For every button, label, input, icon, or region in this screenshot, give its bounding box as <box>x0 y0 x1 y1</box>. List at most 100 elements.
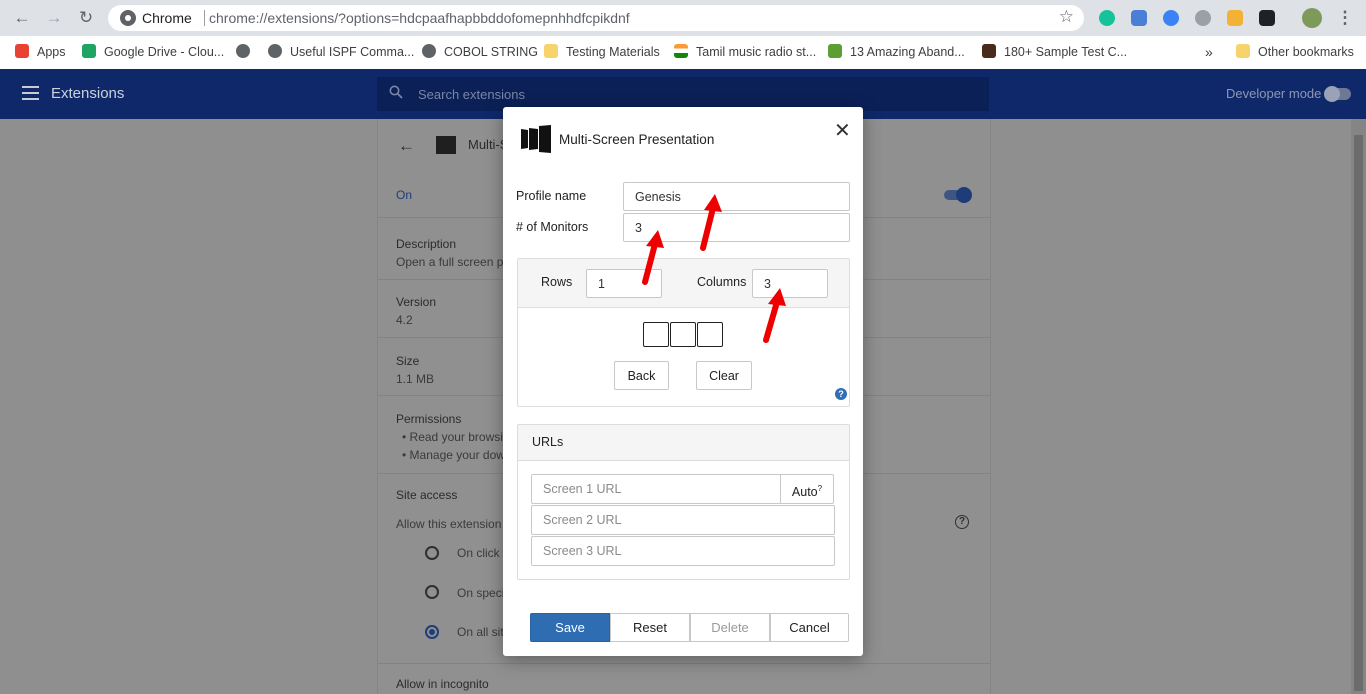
back-button[interactable]: Back <box>614 361 669 390</box>
back-arrow-icon[interactable]: ← <box>398 136 415 156</box>
developer-mode-label: Developer mode <box>1226 86 1322 101</box>
monitors-input[interactable] <box>623 213 850 242</box>
permission-text: Read your browsi <box>409 430 503 444</box>
dollar-icon <box>828 44 842 58</box>
url-text[interactable]: chrome://extensions/?options=hdcpaafhapb… <box>209 10 630 26</box>
radio-on-click[interactable] <box>425 546 439 560</box>
bookmark-label: 180+ Sample Test C... <box>1004 45 1128 59</box>
extension-icon[interactable] <box>1227 10 1243 26</box>
google-translate-icon[interactable] <box>1131 10 1147 26</box>
bookmark-180-sample[interactable]: 180+ Sample Test C... <box>982 42 1127 62</box>
scrollbar-thumb[interactable] <box>1354 135 1363 691</box>
screen-2-url-input[interactable] <box>531 505 835 535</box>
multi-screen-logo-icon <box>521 125 551 153</box>
reset-button[interactable]: Reset <box>610 613 690 642</box>
on-status-label: On <box>396 188 413 202</box>
profile-name-label: Profile name <box>516 189 587 203</box>
bookmark-label: Tamil music radio st... <box>696 45 817 59</box>
bookmark-label: Apps <box>37 45 66 59</box>
globe-icon <box>422 44 436 58</box>
site-option-label: On click <box>457 546 500 560</box>
reload-icon[interactable]: ↻ <box>76 8 96 28</box>
urls-title: URLs <box>532 435 564 449</box>
screen-3-url-input[interactable] <box>531 536 835 566</box>
site-access-label: Site access <box>396 488 458 502</box>
search-extensions-input[interactable]: Search extensions <box>377 77 989 111</box>
bookmark-ispf[interactable]: Useful ISPF Comma... <box>268 42 414 62</box>
description-value: Open a full screen pr <box>396 255 508 269</box>
columns-input[interactable] <box>752 269 828 298</box>
bookmark-tamil-music[interactable]: Tamil music radio st... <box>674 42 816 62</box>
incognito-label: Allow in incognito <box>396 677 489 691</box>
record-icon[interactable] <box>1195 10 1211 26</box>
urls-panel-header: URLs <box>518 425 849 461</box>
search-icon <box>389 85 403 99</box>
globe-icon <box>236 44 250 58</box>
india-flag-icon <box>674 44 688 58</box>
google-drive-icon <box>82 44 96 58</box>
cancel-button[interactable]: Cancel <box>770 613 849 642</box>
rows-input[interactable] <box>586 269 662 298</box>
forward-arrow-icon[interactable]: → <box>44 8 64 28</box>
bookmark-label: COBOL STRING <box>444 45 538 59</box>
version-value: 4.2 <box>396 313 413 327</box>
avatar[interactable] <box>1302 8 1322 28</box>
page-title: Extensions <box>51 85 125 102</box>
radio-on-all-sites[interactable] <box>425 625 439 639</box>
auto-label: Auto <box>791 485 818 500</box>
permission-text: Manage your dow <box>409 448 505 462</box>
apps-grid-icon <box>15 44 29 58</box>
options-dialog: Multi-Screen Presentation ✕ Profile name… <box>503 107 863 656</box>
screen-grid-cell[interactable] <box>670 322 696 347</box>
screen-grid-cell[interactable] <box>643 322 669 347</box>
screen-1-url-input[interactable] <box>531 474 781 504</box>
help-icon[interactable]: ? <box>835 388 847 400</box>
auto-button[interactable]: Auto? <box>780 474 834 504</box>
delete-button[interactable]: Delete <box>690 613 770 642</box>
developer-mode-toggle[interactable] <box>1324 86 1351 102</box>
omnibox-label: Chrome <box>142 10 192 26</box>
dialog-title: Multi-Screen Presentation <box>559 132 715 147</box>
menu-kebab-icon[interactable]: ⋮ <box>1335 8 1355 28</box>
save-button[interactable]: Save <box>530 613 610 642</box>
bookmark-label: 13 Amazing Aband... <box>850 45 965 59</box>
address-bar[interactable]: Chrome chrome://extensions/?options=hdcp… <box>108 5 1084 31</box>
extension-enable-toggle[interactable] <box>944 187 972 203</box>
rows-label: Rows <box>541 275 573 289</box>
other-bookmarks[interactable]: Other bookmarks <box>1236 42 1354 62</box>
globe-icon <box>268 44 282 58</box>
extension-logo-icon <box>436 136 456 154</box>
columns-label: Columns <box>697 275 747 289</box>
bookmark-cobol[interactable]: COBOL STRING <box>422 42 538 62</box>
allow-extension-label: Allow this extension t <box>396 517 509 531</box>
translate-icon[interactable] <box>1163 10 1179 26</box>
profile-name-input[interactable] <box>623 182 850 211</box>
monitors-label: # of Monitors <box>516 220 589 234</box>
grammarly-icon[interactable] <box>1099 10 1115 26</box>
screen-grid-cell[interactable] <box>697 322 723 347</box>
multi-screen-extension-icon[interactable] <box>1259 10 1275 26</box>
radio-on-specific-sites[interactable] <box>425 585 439 599</box>
bookmark-apps[interactable]: Apps <box>15 42 66 62</box>
version-label: Version <box>396 295 437 309</box>
hamburger-menu-icon[interactable] <box>22 86 39 100</box>
bookmarks-bar: Apps Google Drive - Clou... Useful ISPF … <box>0 36 1366 70</box>
bookmark-13-amazing[interactable]: 13 Amazing Aband... <box>828 42 965 62</box>
bookmark-globe[interactable] <box>236 42 258 62</box>
bookmark-star-icon[interactable]: ☆ <box>1059 7 1074 27</box>
bookmark-label: Useful ISPF Comma... <box>290 45 415 59</box>
page-scrollbar[interactable] <box>1351 119 1366 694</box>
bookmark-google-drive[interactable]: Google Drive - Clou... <box>82 42 224 62</box>
back-arrow-icon[interactable]: ← <box>12 8 32 28</box>
help-circle-icon[interactable]: ? <box>955 515 969 529</box>
close-icon[interactable]: ✕ <box>834 118 851 143</box>
folder-icon <box>544 44 558 58</box>
more-bookmarks-chevron[interactable]: » <box>1205 42 1213 62</box>
site-icon <box>982 44 996 58</box>
bookmark-testing-materials[interactable]: Testing Materials <box>544 42 660 62</box>
size-label: Size <box>396 354 420 368</box>
auto-help-sup: ? <box>817 484 823 493</box>
description-label: Description <box>396 237 457 251</box>
clear-button[interactable]: Clear <box>696 361 752 390</box>
grid-panel-header: Rows Columns <box>518 259 849 308</box>
